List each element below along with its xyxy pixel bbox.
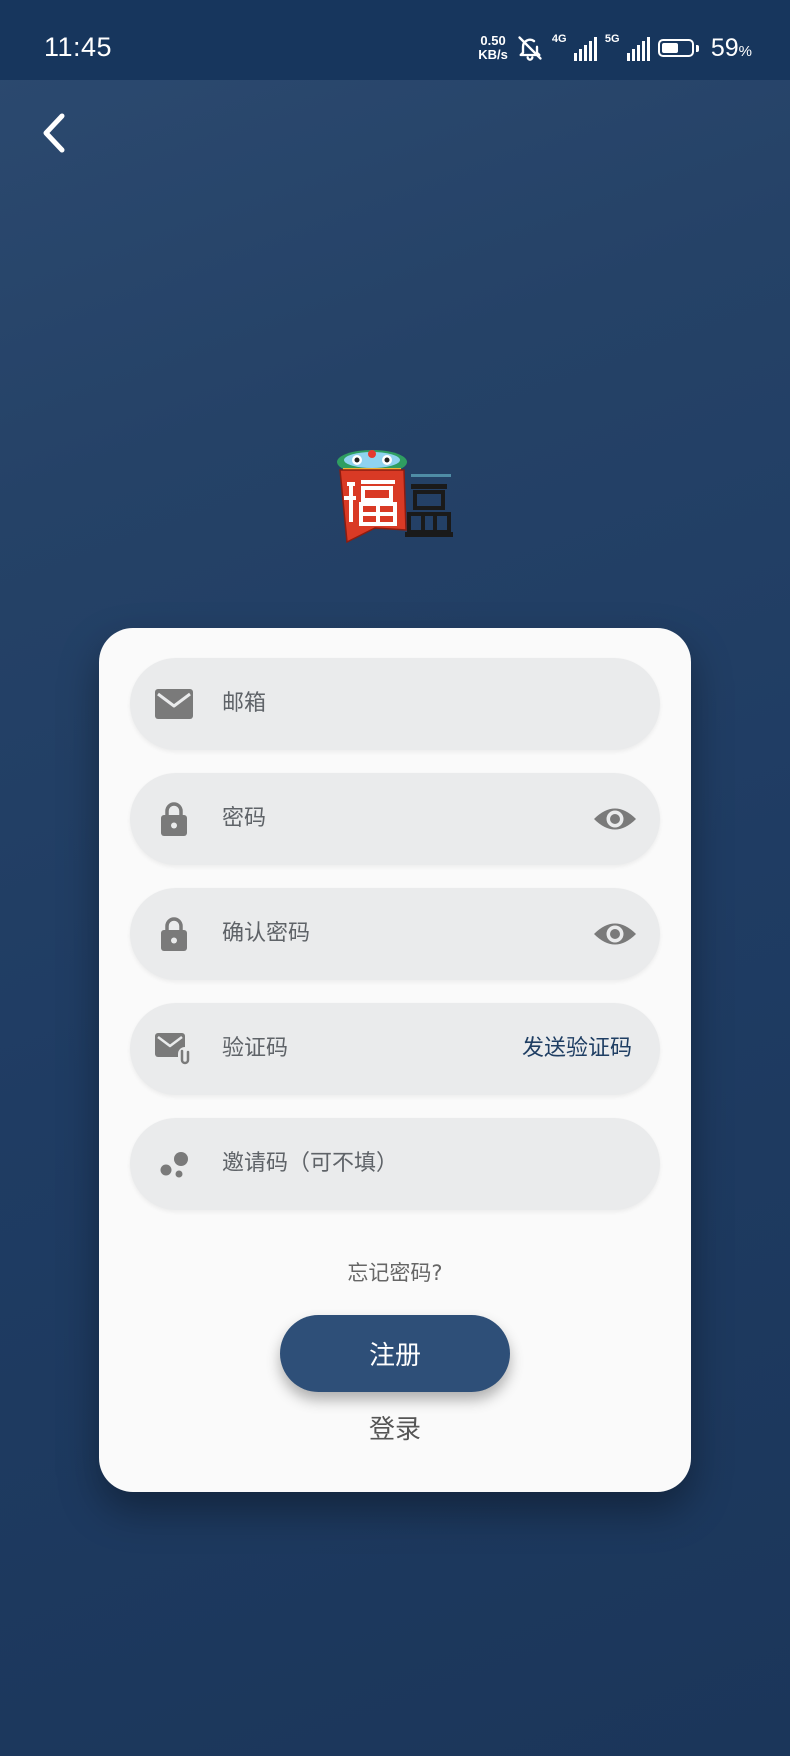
sim2-type: 5G <box>604 33 620 45</box>
battery-percentage: 59% <box>710 33 752 62</box>
eye-icon <box>592 804 638 834</box>
status-bar: 11:45 0.50 KB/s 4G 5G 59% <box>0 0 790 80</box>
email-field[interactable]: 邮箱 <box>130 658 660 750</box>
invite-code-placeholder: 邀请码（可不填） <box>222 1151 399 1176</box>
invite-code-field[interactable]: 邀请码（可不填） <box>130 1118 660 1210</box>
dots-icon <box>154 1145 194 1183</box>
forgot-password-link[interactable]: 忘记密码? <box>99 1257 691 1287</box>
email-placeholder: 邮箱 <box>222 691 267 716</box>
signal-sim1-icon: 4G <box>551 33 597 61</box>
verification-code-placeholder: 验证码 <box>222 1036 289 1061</box>
network-speed-value: 0.50 <box>480 33 506 48</box>
battery-fill <box>661 43 679 53</box>
confirm-password-visibility-toggle[interactable] <box>592 914 638 954</box>
envelope-icon <box>154 685 194 723</box>
confirm-password-placeholder: 确认密码 <box>222 921 311 946</box>
network-speed: 0.50 KB/s <box>478 34 508 62</box>
send-code-button[interactable]: 发送验证码 <box>522 1034 632 1064</box>
password-visibility-toggle[interactable] <box>592 799 638 839</box>
bell-muted-icon <box>516 34 544 62</box>
network-speed-unit: KB/s <box>478 47 508 62</box>
mail-attachment-icon <box>154 1030 194 1068</box>
password-field[interactable]: 密码 <box>130 773 660 865</box>
lock-icon <box>154 915 194 953</box>
signal-sim2-icon: 5G <box>604 33 650 61</box>
verification-code-field[interactable]: 验证码 发送验证码 <box>130 1003 660 1095</box>
app-logo <box>335 448 460 548</box>
status-indicators: 0.50 KB/s 4G 5G 59% <box>478 30 752 66</box>
register-card: 邮箱 密码 确认密码 验证码 发送验证码 邀请码（可不填） 忘记密码? 注册 登… <box>99 628 691 1492</box>
battery-icon <box>657 39 699 57</box>
chevron-left-icon <box>40 112 68 154</box>
password-placeholder: 密码 <box>222 806 267 831</box>
back-button[interactable] <box>34 108 74 158</box>
sim1-type: 4G <box>551 33 567 45</box>
confirm-password-field[interactable]: 确认密码 <box>130 888 660 980</box>
lock-icon <box>154 800 194 838</box>
login-link[interactable]: 登录 <box>99 1409 691 1446</box>
status-time: 11:45 <box>44 32 113 62</box>
register-button[interactable]: 注册 <box>280 1315 510 1392</box>
eye-icon <box>592 919 638 949</box>
